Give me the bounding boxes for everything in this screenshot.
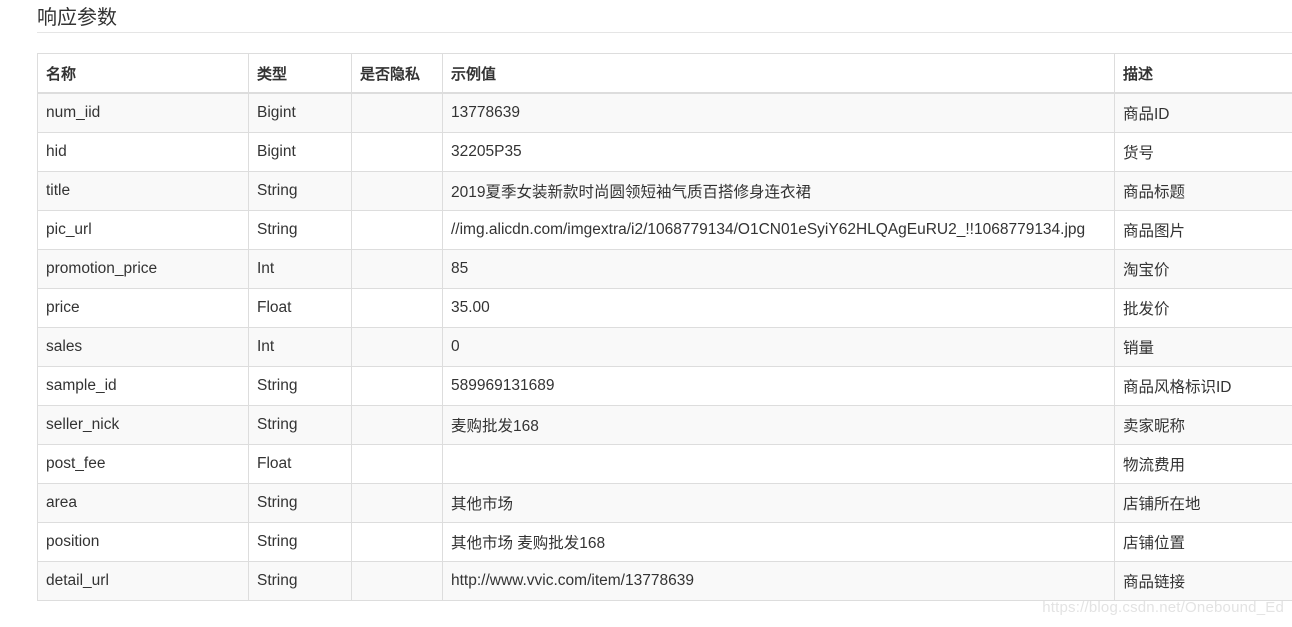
cell-description: 淘宝价 bbox=[1114, 249, 1292, 289]
cell-type: Int bbox=[248, 249, 352, 289]
cell-name: sales bbox=[37, 327, 249, 367]
cell-private bbox=[351, 444, 443, 484]
cell-example: 0 bbox=[442, 327, 1115, 367]
header-private: 是否隐私 bbox=[351, 53, 443, 94]
cell-type: String bbox=[248, 561, 352, 601]
cell-description: 店铺所在地 bbox=[1114, 483, 1292, 523]
page: 响应参数 名称 类型 是否隐私 示例值 描述 num_iid Bigint 1377… bbox=[0, 0, 1292, 627]
header-name: 名称 bbox=[37, 53, 249, 94]
cell-description: 卖家昵称 bbox=[1114, 405, 1292, 445]
table-row: position String 其他市场 麦购批发168 店铺位置 bbox=[37, 522, 1292, 562]
cell-name: area bbox=[37, 483, 249, 523]
cell-example: 2019夏季女装新款时尚圆领短袖气质百搭修身连衣裙 bbox=[442, 171, 1115, 211]
cell-private bbox=[351, 405, 443, 445]
table-row: num_iid Bigint 13778639 商品ID bbox=[37, 92, 1292, 133]
cell-name: detail_url bbox=[37, 561, 249, 601]
cell-example: //img.alicdn.com/imgextra/i2/1068779134/… bbox=[442, 210, 1115, 250]
cell-private bbox=[351, 366, 443, 406]
cell-private bbox=[351, 522, 443, 562]
title-divider bbox=[37, 32, 1292, 33]
response-params-table: 名称 类型 是否隐私 示例值 描述 num_iid Bigint 13778639 商… bbox=[37, 53, 1292, 601]
cell-description: 商品风格标识ID bbox=[1114, 366, 1292, 406]
cell-example: 35.00 bbox=[442, 288, 1115, 328]
section-title: 响应参数 bbox=[37, 5, 117, 29]
cell-type: Int bbox=[248, 327, 352, 367]
watermark: https://blog.csdn.net/Onebound_Ed bbox=[1042, 599, 1284, 616]
cell-description: 商品标题 bbox=[1114, 171, 1292, 211]
header-row: 名称 类型 是否隐私 示例值 描述 bbox=[37, 53, 1292, 94]
table-row: sample_id String 589969131689 商品风格标识ID bbox=[37, 366, 1292, 406]
cell-name: title bbox=[37, 171, 249, 211]
cell-description: 物流费用 bbox=[1114, 444, 1292, 484]
cell-private bbox=[351, 210, 443, 250]
cell-private bbox=[351, 249, 443, 289]
cell-type: Float bbox=[248, 444, 352, 484]
cell-type: String bbox=[248, 483, 352, 523]
cell-private bbox=[351, 171, 443, 211]
cell-description: 商品图片 bbox=[1114, 210, 1292, 250]
table-row: pic_url String //img.alicdn.com/imgextra/i… bbox=[37, 210, 1292, 250]
cell-description: 店铺位置 bbox=[1114, 522, 1292, 562]
cell-name: position bbox=[37, 522, 249, 562]
table-row: area String 其他市场 店铺所在地 bbox=[37, 483, 1292, 523]
cell-example: 589969131689 bbox=[442, 366, 1115, 406]
cell-example bbox=[442, 444, 1115, 484]
header-type: 类型 bbox=[248, 53, 352, 94]
cell-example: 85 bbox=[442, 249, 1115, 289]
cell-type: String bbox=[248, 405, 352, 445]
cell-name: price bbox=[37, 288, 249, 328]
cell-description: 商品链接 bbox=[1114, 561, 1292, 601]
cell-name: pic_url bbox=[37, 210, 249, 250]
cell-type: String bbox=[248, 171, 352, 211]
cell-type: Float bbox=[248, 288, 352, 328]
cell-name: seller_nick bbox=[37, 405, 249, 445]
table-row: detail_url String http://www.vvic.com/item… bbox=[37, 561, 1292, 601]
table-row: seller_nick String 麦购批发168 卖家昵称 bbox=[37, 405, 1292, 445]
table-header: 名称 类型 是否隐私 示例值 描述 bbox=[37, 53, 1292, 94]
cell-type: Bigint bbox=[248, 92, 352, 133]
table-row: promotion_price Int 85 淘宝价 bbox=[37, 249, 1292, 289]
table-body: num_iid Bigint 13778639 商品ID hid Bigint 32205P… bbox=[37, 92, 1292, 601]
cell-example: http://www.vvic.com/item/13778639 bbox=[442, 561, 1115, 601]
cell-private bbox=[351, 327, 443, 367]
table-row: hid Bigint 32205P35 货号 bbox=[37, 132, 1292, 172]
cell-name: promotion_price bbox=[37, 249, 249, 289]
cell-private bbox=[351, 288, 443, 328]
table-row: title String 2019夏季女装新款时尚圆领短袖气质百搭修身连衣裙 商品标题 bbox=[37, 171, 1292, 211]
header-example: 示例值 bbox=[442, 53, 1115, 94]
cell-name: num_iid bbox=[37, 92, 249, 133]
cell-example: 其他市场 麦购批发168 bbox=[442, 522, 1115, 562]
cell-example: 其他市场 bbox=[442, 483, 1115, 523]
cell-private bbox=[351, 132, 443, 172]
cell-type: Bigint bbox=[248, 132, 352, 172]
cell-type: String bbox=[248, 210, 352, 250]
table-row: post_fee Float 物流费用 bbox=[37, 444, 1292, 484]
cell-description: 商品ID bbox=[1114, 92, 1292, 133]
cell-example: 麦购批发168 bbox=[442, 405, 1115, 445]
cell-example: 32205P35 bbox=[442, 132, 1115, 172]
cell-name: post_fee bbox=[37, 444, 249, 484]
cell-name: hid bbox=[37, 132, 249, 172]
cell-description: 批发价 bbox=[1114, 288, 1292, 328]
cell-private bbox=[351, 92, 443, 133]
table-row: sales Int 0 销量 bbox=[37, 327, 1292, 367]
cell-description: 货号 bbox=[1114, 132, 1292, 172]
header-description: 描述 bbox=[1114, 53, 1292, 94]
cell-example: 13778639 bbox=[442, 92, 1115, 133]
cell-type: String bbox=[248, 366, 352, 406]
cell-private bbox=[351, 561, 443, 601]
cell-name: sample_id bbox=[37, 366, 249, 406]
cell-type: String bbox=[248, 522, 352, 562]
cell-description: 销量 bbox=[1114, 327, 1292, 367]
table-row: price Float 35.00 批发价 bbox=[37, 288, 1292, 328]
cell-private bbox=[351, 483, 443, 523]
